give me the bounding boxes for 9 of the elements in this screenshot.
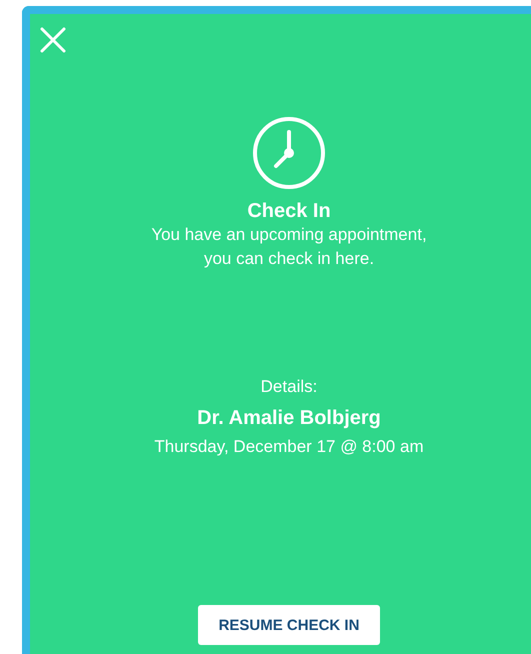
dialog-message: You have an upcoming appointment, you can check in here. <box>151 224 427 270</box>
dialog-title: Check In <box>247 199 331 223</box>
details-label: Details: <box>260 376 318 398</box>
resume-check-in-button[interactable]: RESUME CHECK IN <box>198 605 380 645</box>
clock-icon <box>252 116 326 190</box>
close-icon <box>40 27 66 53</box>
doctor-name: Dr. Amalie Bolbjerg <box>197 406 381 431</box>
appointment-datetime: Thursday, December 17 @ 8:00 am <box>154 436 424 458</box>
close-button[interactable] <box>40 27 66 53</box>
